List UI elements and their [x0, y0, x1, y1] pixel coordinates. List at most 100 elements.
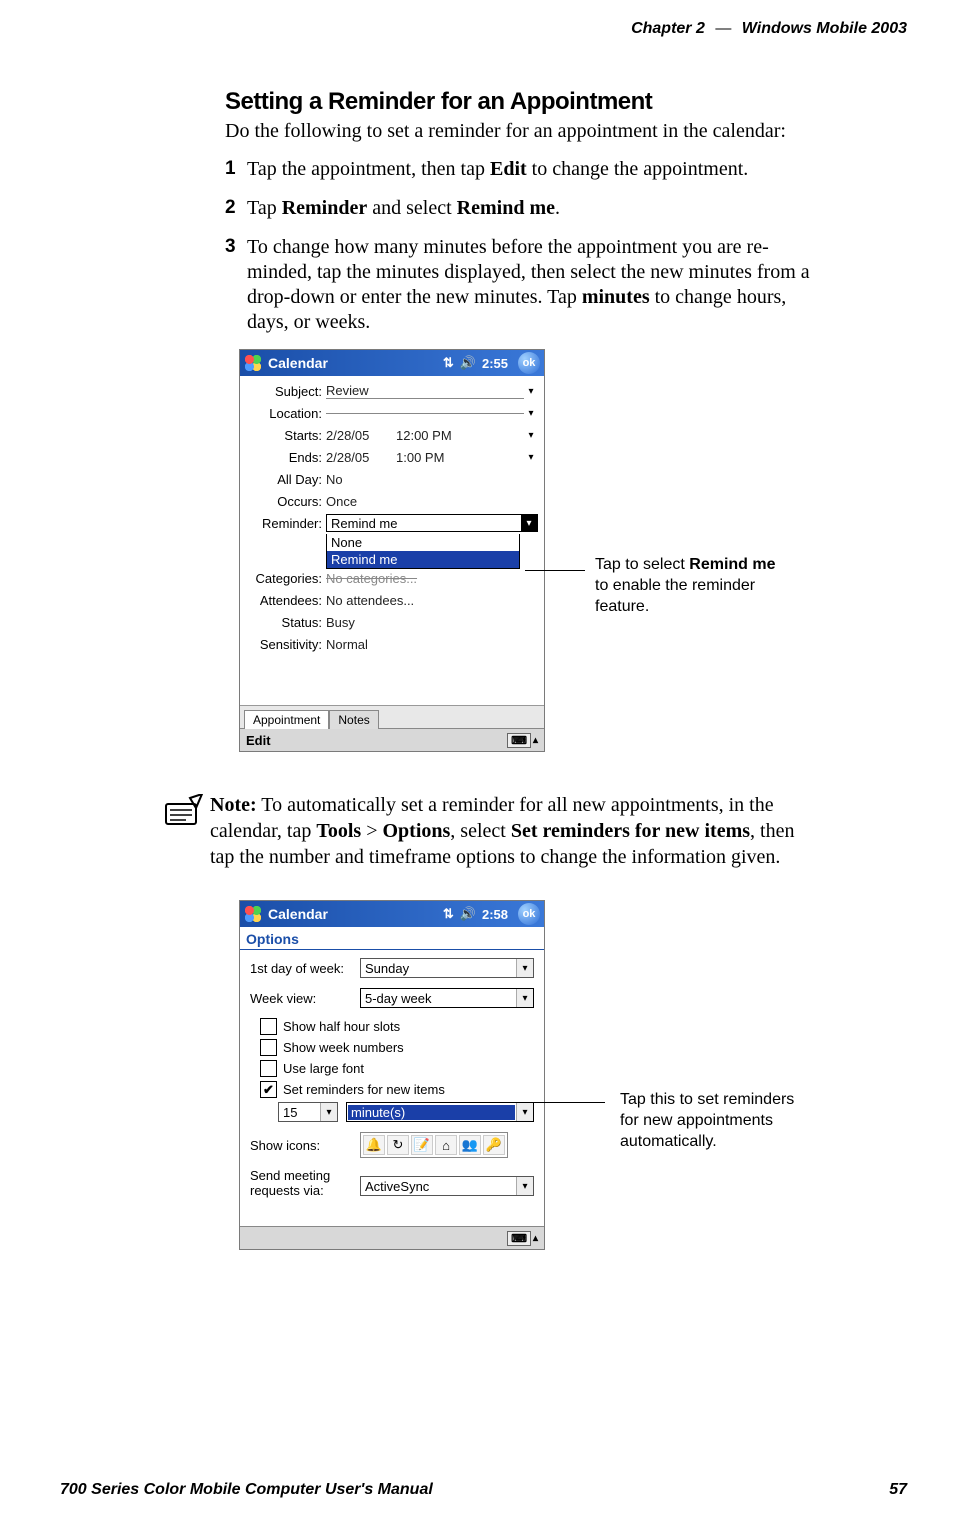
showicons-label: Show icons:: [250, 1138, 360, 1153]
step-number: 3: [225, 235, 247, 335]
checkbox-set-reminders[interactable]: ✔Set reminders for new items: [260, 1081, 534, 1098]
subject-field[interactable]: Review: [326, 383, 524, 399]
checkbox-icon: [260, 1060, 277, 1077]
reminder-dropdown[interactable]: Remind me ▾: [326, 514, 538, 532]
figure-2: Calendar ⇅ 🔊 2:58 ok Options 1st day of …: [225, 900, 897, 1250]
ends-date[interactable]: 2/28/05: [326, 450, 396, 465]
categories-value[interactable]: No categories...: [326, 571, 538, 586]
weekview-label: Week view:: [250, 991, 360, 1006]
footer-page-number: 57: [889, 1481, 907, 1499]
step-text: Tap Reminder and select Remind me.: [247, 196, 897, 221]
checkbox-large-font[interactable]: Use large font: [260, 1060, 534, 1077]
dropdown-option-none[interactable]: None: [327, 534, 519, 551]
section-intro: Do the following to set a reminder for a…: [225, 120, 897, 143]
tab-notes[interactable]: Notes: [329, 710, 378, 729]
ok-button[interactable]: ok: [518, 903, 540, 925]
callout-leader-line: [525, 570, 585, 571]
weekview-combo[interactable]: 5-day week ▾: [360, 988, 534, 1008]
options-body: 1st day of week: Sunday ▾ Week view: 5-d…: [240, 950, 544, 1216]
reminder-selected: Remind me: [327, 516, 521, 531]
chevron-down-icon[interactable]: ▾: [516, 989, 533, 1007]
attendees-label: Attendees:: [246, 593, 326, 608]
tab-appointment[interactable]: Appointment: [244, 710, 329, 729]
device-titlebar: Calendar ⇅ 🔊 2:55 ok: [240, 350, 544, 376]
status-value[interactable]: Busy: [326, 615, 538, 630]
subject-label: Subject:: [246, 384, 326, 399]
device-tabs: Appointment Notes: [240, 705, 544, 728]
appointment-form: Subject: Review ▾ Location: ▾ Starts: 2/…: [240, 376, 544, 655]
allday-value[interactable]: No: [326, 472, 538, 487]
product-name: Windows Mobile 2003: [742, 20, 907, 37]
private-icon[interactable]: 🔑: [483, 1135, 505, 1155]
chevron-down-icon[interactable]: ▾: [516, 1177, 533, 1195]
attendees-icon[interactable]: 👥: [459, 1135, 481, 1155]
clock-time: 2:58: [482, 907, 508, 922]
sensitivity-label: Sensitivity:: [246, 637, 326, 652]
page-footer: 700 Series Color Mobile Computer User's …: [60, 1481, 907, 1499]
device-footer: ⌨ ▴: [240, 1226, 544, 1249]
chevron-down-icon[interactable]: ▾: [516, 959, 533, 977]
section-heading: Setting a Reminder for an Appointment: [225, 88, 897, 116]
note-icon: [160, 792, 210, 870]
connectivity-icon[interactable]: ⇅: [443, 906, 454, 922]
titlebar-tray: ⇅ 🔊 2:58 ok: [443, 903, 540, 925]
location-field[interactable]: [326, 413, 524, 414]
send-label: Send meeting requests via:: [250, 1168, 360, 1198]
edit-menu[interactable]: Edit: [246, 733, 271, 748]
dropdown-option-remind[interactable]: Remind me: [327, 551, 519, 568]
reminder-number-combo[interactable]: 15 ▾: [278, 1102, 338, 1122]
note-icon[interactable]: 📝: [411, 1135, 433, 1155]
reminder-unit-combo[interactable]: minute(s) ▾: [346, 1102, 534, 1122]
up-arrow-icon[interactable]: ▴: [533, 735, 538, 746]
app-title: Calendar: [268, 906, 443, 922]
send-via-combo[interactable]: ActiveSync ▾: [360, 1176, 534, 1196]
start-flag-icon[interactable]: [244, 905, 262, 923]
occurs-value[interactable]: Once: [326, 494, 538, 509]
step-text: Tap the appointment, then tap Edit to ch…: [247, 157, 897, 182]
firstday-label: 1st day of week:: [250, 961, 360, 976]
chevron-down-icon[interactable]: ▾: [524, 428, 538, 442]
keyboard-icon[interactable]: ⌨: [507, 733, 531, 748]
step-3: 3 To change how many minutes before the …: [225, 235, 897, 335]
chevron-down-icon[interactable]: ▾: [521, 515, 537, 531]
location-label: Location:: [246, 406, 326, 421]
figure1-callout: Tap to select Remind me to enable the re…: [595, 555, 835, 617]
starts-date[interactable]: 2/28/05: [326, 428, 396, 443]
connectivity-icon[interactable]: ⇅: [443, 355, 454, 371]
sensitivity-value[interactable]: Normal: [326, 637, 538, 652]
checkbox-half-hour[interactable]: Show half hour slots: [260, 1018, 534, 1035]
chevron-down-icon[interactable]: ▾: [516, 1103, 533, 1121]
checkbox-week-numbers[interactable]: Show week numbers: [260, 1039, 534, 1056]
ends-time[interactable]: 1:00 PM: [396, 450, 524, 465]
checkbox-icon: [260, 1039, 277, 1056]
volume-icon[interactable]: 🔊: [460, 355, 476, 371]
device-screenshot-1: Calendar ⇅ 🔊 2:55 ok Subject: Review ▾: [239, 349, 545, 752]
keyboard-icon[interactable]: ⌨: [507, 1231, 531, 1246]
ends-label: Ends:: [246, 450, 326, 465]
chapter-label: Chapter 2: [631, 20, 705, 37]
chevron-down-icon[interactable]: ▾: [320, 1103, 337, 1121]
status-label: Status:: [246, 615, 326, 630]
chevron-down-icon[interactable]: ▾: [524, 384, 538, 398]
reminder-label: Reminder:: [246, 516, 326, 531]
step-text: To change how many minutes before the ap…: [247, 235, 897, 335]
chevron-down-icon[interactable]: ▾: [524, 406, 538, 420]
options-heading: Options: [240, 927, 544, 950]
icon-picker[interactable]: 🔔 ↻ 📝 ⌂ 👥 🔑: [360, 1132, 508, 1158]
starts-time[interactable]: 12:00 PM: [396, 428, 524, 443]
recur-icon[interactable]: ↻: [387, 1135, 409, 1155]
location-icon[interactable]: ⌂: [435, 1135, 457, 1155]
volume-icon[interactable]: 🔊: [460, 906, 476, 922]
start-flag-icon[interactable]: [244, 354, 262, 372]
ok-button[interactable]: ok: [518, 352, 540, 374]
attendees-value[interactable]: No attendees...: [326, 593, 538, 608]
app-title: Calendar: [268, 355, 443, 371]
step-number: 2: [225, 196, 247, 221]
up-arrow-icon[interactable]: ▴: [533, 1233, 538, 1244]
note-text: Note: To automatically set a reminder fo…: [210, 792, 897, 870]
chevron-down-icon[interactable]: ▾: [524, 450, 538, 464]
bell-icon[interactable]: 🔔: [363, 1135, 385, 1155]
clock-time: 2:55: [482, 356, 508, 371]
firstday-combo[interactable]: Sunday ▾: [360, 958, 534, 978]
allday-label: All Day:: [246, 472, 326, 487]
